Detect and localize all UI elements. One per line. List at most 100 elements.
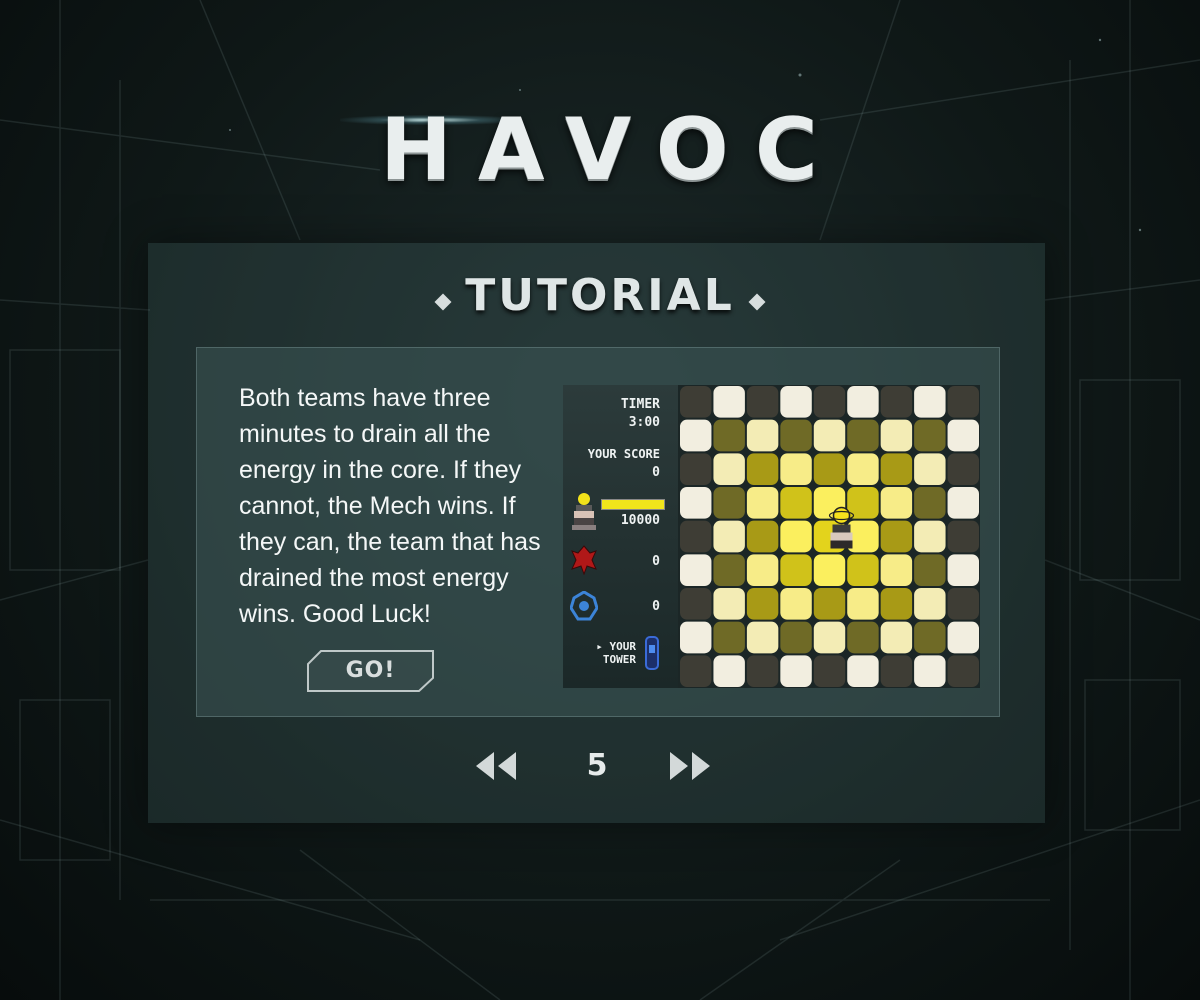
board-tile — [713, 419, 745, 452]
red-team-score: 0 — [652, 554, 660, 569]
board-tile — [914, 554, 946, 586]
page-number: 5 — [586, 748, 608, 783]
your-tower-label-1: ▸ YOUR — [596, 640, 636, 653]
board-tile — [746, 520, 779, 553]
board-tile — [947, 386, 979, 418]
blue-team-score: 0 — [652, 599, 660, 614]
board-tile — [914, 487, 946, 519]
board-tile — [847, 655, 879, 687]
board-tile — [914, 419, 946, 452]
board-tile — [813, 588, 846, 620]
core-energy-bar — [601, 499, 665, 510]
board-tile — [780, 520, 812, 553]
board-tile — [746, 554, 779, 586]
board-tile — [914, 655, 946, 687]
board-tile — [813, 386, 846, 418]
preview-hud: TIMER 3:00 YOUR SCORE 0 10000 0 0 ▸ YOUR… — [563, 385, 678, 688]
board-tile — [847, 621, 879, 654]
board-tile — [947, 554, 979, 586]
board-tile — [880, 487, 913, 519]
your-tower-icon — [645, 636, 659, 670]
board-tile — [813, 621, 846, 654]
board-tile — [914, 621, 946, 654]
board-tile — [914, 386, 946, 418]
core-icon — [828, 506, 855, 549]
board-tile — [780, 386, 812, 418]
board-tile — [880, 554, 913, 586]
board-tile — [680, 520, 712, 553]
board-tile — [680, 386, 712, 418]
board-tile — [780, 588, 812, 620]
go-button-label: GO! — [345, 658, 396, 683]
board-tile — [880, 655, 913, 687]
board-tile — [947, 419, 979, 452]
board-tile — [713, 621, 745, 654]
board-tile — [914, 453, 946, 485]
board-tile — [713, 487, 745, 519]
board-tile — [880, 386, 913, 418]
board-tile — [847, 588, 879, 620]
core-energy-fill — [602, 500, 664, 509]
board-tile — [746, 487, 779, 519]
board-tile — [880, 520, 913, 553]
board-tile — [947, 487, 979, 519]
board-tile — [680, 621, 712, 654]
board-tile — [813, 655, 846, 687]
board-tile — [813, 453, 846, 485]
board-tile — [947, 520, 979, 553]
board-tile — [746, 621, 779, 654]
board-tile — [880, 453, 913, 485]
next-page-button[interactable] — [668, 752, 714, 780]
previous-page-button[interactable] — [474, 752, 520, 780]
board-tile — [813, 554, 846, 586]
board-tile — [947, 621, 979, 654]
board-tile — [780, 453, 812, 485]
game-title: HAVOC — [380, 100, 844, 200]
board-tile — [847, 386, 879, 418]
game-logo: HAVOC — [340, 95, 844, 205]
board-tile — [947, 588, 979, 620]
board-tile — [680, 487, 712, 519]
gameplay-preview: TIMER 3:00 YOUR SCORE 0 10000 0 0 ▸ YOUR… — [563, 385, 980, 688]
timer-label: TIMER — [620, 397, 660, 412]
timer-value: 3:00 — [628, 415, 660, 430]
go-button[interactable]: GO! — [307, 650, 434, 692]
board-tile — [713, 386, 745, 418]
board-tile — [813, 419, 846, 452]
board-tile — [713, 520, 745, 553]
core-energy-value: 10000 — [620, 513, 660, 528]
board-tile — [713, 554, 745, 586]
board-tile — [880, 588, 913, 620]
score-label: YOUR SCORE — [587, 447, 660, 461]
board-tile — [746, 655, 779, 687]
board-tile — [947, 655, 979, 687]
board-tile — [780, 621, 812, 654]
board-tile — [746, 386, 779, 418]
blue-team-icon — [570, 591, 598, 621]
board-tile — [847, 453, 879, 485]
board-tile — [914, 588, 946, 620]
board-tile — [680, 588, 712, 620]
board-tile — [780, 655, 812, 687]
board-tile — [746, 453, 779, 485]
game-board — [680, 386, 979, 687]
board-tile — [680, 554, 712, 586]
board-tile — [780, 419, 812, 452]
your-tower-label-1-text: YOUR — [609, 640, 637, 653]
your-tower-label-2: TOWER — [602, 653, 636, 666]
board-tile — [680, 419, 712, 452]
board-tile — [847, 419, 879, 452]
score-value: 0 — [652, 465, 660, 480]
board-tile — [713, 453, 745, 485]
board-tile — [847, 554, 879, 586]
board-tile — [680, 655, 712, 687]
board-tile — [780, 487, 812, 519]
red-team-icon — [571, 545, 597, 575]
board-tile — [780, 554, 812, 586]
board-tile — [746, 419, 779, 452]
board-tile — [914, 520, 946, 553]
double-chevron-left-icon — [476, 752, 516, 780]
board-tile — [746, 588, 779, 620]
board-tile — [680, 453, 712, 485]
board-tile — [947, 453, 979, 485]
